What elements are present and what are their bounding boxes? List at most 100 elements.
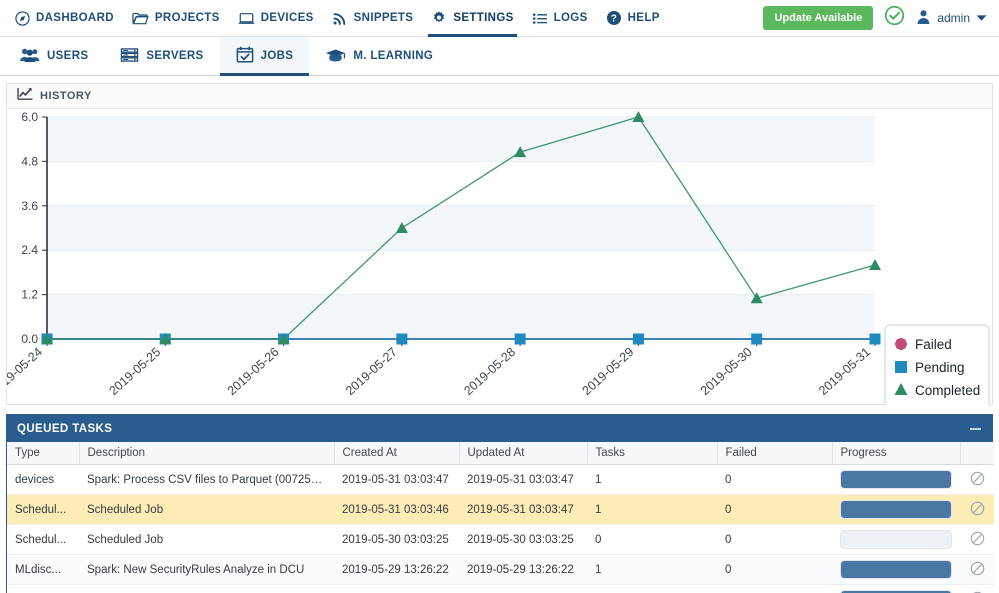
cell-cancel-action (960, 525, 994, 555)
rss-icon (332, 11, 348, 26)
table-header-row: Type Description Created At Updated At T… (7, 442, 994, 465)
cancel-icon[interactable] (970, 531, 985, 549)
progress-bar (840, 530, 952, 549)
sub-tab-users[interactable]: USERS (4, 37, 104, 76)
data-point-pending (633, 334, 644, 345)
history-panel: HISTORY 0.01.22.43.64.86.02019-05-242019… (6, 83, 993, 405)
x-axis-tick-label: 2019-05-25 (106, 345, 163, 398)
x-axis-tick-label: 2019-05-24 (7, 345, 45, 398)
column-header-created-at[interactable]: Created At (334, 442, 459, 465)
cell-failed: 0 (717, 465, 832, 495)
table-row[interactable]: MLdisc...Spark: New SecurityRules Analyz… (7, 555, 994, 585)
help-icon: ? (606, 10, 622, 26)
cell-failed: 0 (717, 495, 832, 525)
cell-updated-at: 2019-05-29 13:26:22 (459, 555, 587, 585)
line-chart-icon (17, 87, 33, 105)
table-row[interactable]: MLenri...Spark: Enrich SecurityRules in … (7, 585, 994, 593)
history-panel-header: HISTORY (7, 84, 992, 109)
cell-cancel-action (960, 495, 994, 525)
column-header-actions (960, 442, 994, 465)
nav-label: DEVICES (261, 12, 314, 24)
cell-type: MLenri... (7, 585, 79, 593)
y-axis-tick-label: 0.0 (21, 332, 38, 346)
sub-tab-label: M. LEARNING (353, 50, 433, 62)
queued-tasks-title: QUEUED TASKS (17, 423, 112, 435)
cancel-icon[interactable] (970, 561, 985, 579)
cell-created-at: 2019-05-31 03:03:47 (334, 465, 459, 495)
cell-created-at: 2019-05-31 03:03:46 (334, 495, 459, 525)
nav-item-projects[interactable]: PROJECTS (123, 0, 229, 37)
nav-label: DASHBOARD (36, 12, 114, 24)
chart-canvas: 0.01.22.43.64.86.02019-05-242019-05-2520… (7, 109, 992, 405)
cancel-icon[interactable] (970, 471, 985, 489)
sub-tab-jobs[interactable]: JOBS (220, 37, 310, 76)
column-header-tasks[interactable]: Tasks (587, 442, 717, 465)
nav-item-dashboard[interactable]: DASHBOARD (6, 0, 123, 37)
cell-created-at: 2019-05-29 13:26:22 (334, 555, 459, 585)
update-available-button[interactable]: Update Available (763, 6, 873, 30)
column-header-description[interactable]: Description (79, 442, 334, 465)
queued-tasks-header: QUEUED TASKS (7, 415, 992, 442)
servers-icon (120, 47, 139, 66)
table-row[interactable]: Schedul...Scheduled Job2019-05-30 03:03:… (7, 525, 994, 555)
user-menu[interactable]: admin (916, 9, 987, 28)
sub-tab-label: JOBS (261, 50, 294, 62)
top-right-controls: Update Available admin (763, 5, 991, 31)
y-axis-tick-label: 4.8 (21, 154, 38, 168)
cell-type: MLdisc... (7, 555, 79, 585)
cell-updated-at: 2019-05-30 03:03:25 (459, 525, 587, 555)
user-avatar-icon (916, 9, 931, 28)
nav-label: SNIPPETS (354, 12, 414, 24)
nav-label: PROJECTS (155, 12, 220, 24)
data-point-pending (396, 334, 407, 345)
queued-tasks-table: Type Description Created At Updated At T… (7, 442, 994, 593)
cell-tasks: 1 (587, 555, 717, 585)
cell-tasks: 0 (587, 525, 717, 555)
check-circle-icon[interactable] (884, 5, 905, 31)
history-chart[interactable]: 0.01.22.43.64.86.02019-05-242019-05-2520… (7, 109, 992, 405)
column-header-updated-at[interactable]: Updated At (459, 442, 587, 465)
cancel-icon[interactable] (970, 501, 985, 519)
column-header-type[interactable]: Type (7, 442, 79, 465)
svg-text:?: ? (610, 14, 616, 25)
compass-icon (15, 11, 30, 26)
y-axis-tick-label: 2.4 (21, 243, 38, 257)
sub-tab-servers[interactable]: SERVERS (104, 37, 219, 76)
nav-item-logs[interactable]: LOGS (523, 0, 597, 37)
history-panel-title: HISTORY (40, 90, 92, 102)
column-header-failed[interactable]: Failed (717, 442, 832, 465)
cell-tasks: 1 (587, 495, 717, 525)
nav-label: SETTINGS (453, 12, 513, 24)
cell-description: Spark: Process CSV files to Parquet (007… (79, 465, 334, 495)
cell-cancel-action (960, 585, 994, 593)
folder-icon (132, 11, 149, 26)
cell-description: Spark: Enrich SecurityRules in DCU (79, 585, 334, 593)
cell-progress (832, 585, 960, 593)
table-row[interactable]: devicesSpark: Process CSV files to Parqu… (7, 465, 994, 495)
nav-item-snippets[interactable]: SNIPPETS (323, 0, 423, 37)
cell-progress (832, 465, 960, 495)
settings-sub-navigation: USERS SERVERS JOBS M. LEARNING (0, 37, 999, 76)
x-axis-tick-label: 2019-05-26 (225, 345, 282, 398)
sub-tab-label: SERVERS (146, 50, 203, 62)
nav-label: LOGS (554, 12, 588, 24)
cell-cancel-action (960, 555, 994, 585)
cell-progress (832, 525, 960, 555)
x-axis-tick-label: 2019-05-28 (461, 345, 518, 398)
column-header-progress[interactable]: Progress (832, 442, 960, 465)
laptop-icon (238, 11, 255, 26)
cell-cancel-action (960, 465, 994, 495)
y-axis-tick-label: 6.0 (21, 110, 38, 124)
cell-progress (832, 495, 960, 525)
cell-progress (832, 555, 960, 585)
nav-item-help[interactable]: ? HELP (597, 0, 669, 37)
nav-item-settings[interactable]: SETTINGS (422, 0, 522, 37)
data-point-completed (869, 259, 881, 270)
table-row[interactable]: Schedul...Scheduled Job2019-05-31 03:03:… (7, 495, 994, 525)
gear-icon (431, 10, 447, 26)
nav-item-devices[interactable]: DEVICES (229, 0, 323, 37)
minimize-icon[interactable] (969, 422, 982, 435)
sub-tab-label: USERS (47, 50, 88, 62)
sub-tab-m-learning[interactable]: M. LEARNING (309, 37, 449, 76)
progress-bar-fill (841, 501, 951, 518)
